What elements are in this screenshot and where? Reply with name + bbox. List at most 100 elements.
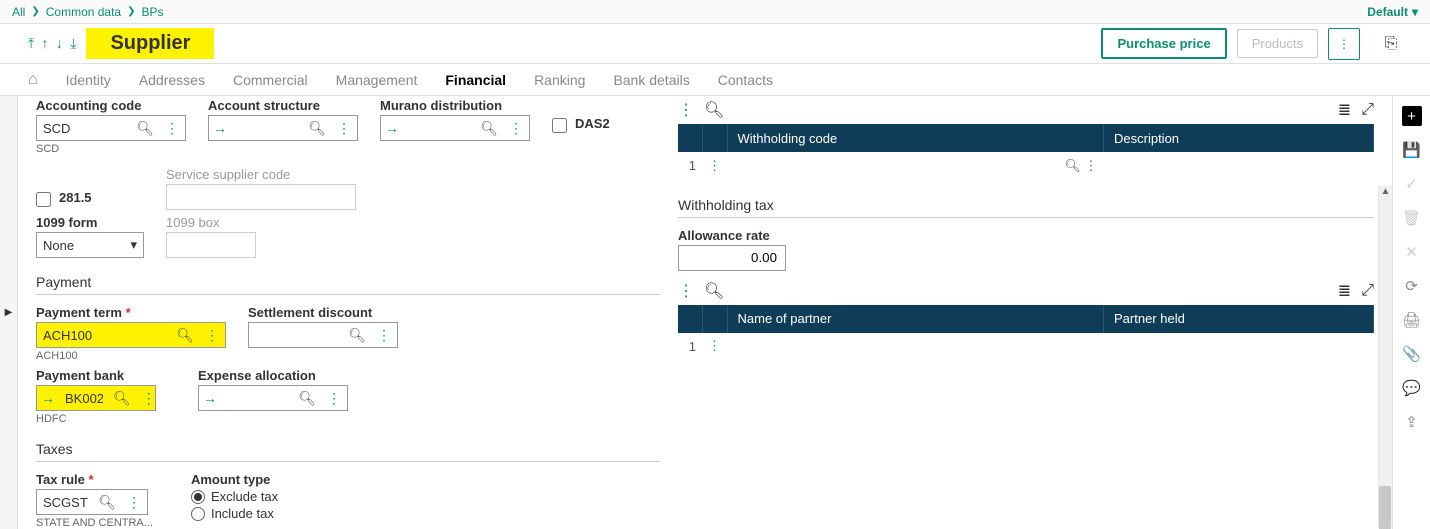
delete-icon[interactable]: 🗑 [1402,208,1422,228]
scroll-up-icon[interactable]: ▲ [1379,186,1392,200]
das2-checkbox[interactable] [552,118,567,133]
accounting-code-field[interactable] [37,121,132,136]
expand-icon[interactable]: ⤢ [1361,282,1374,300]
search-icon[interactable]: 🔍︎ [704,281,724,301]
tax-rule-field[interactable] [37,495,94,510]
search-icon[interactable]: 🔍︎ [1064,158,1081,173]
link-arrow-icon[interactable]: → [199,390,221,406]
search-icon[interactable]: 🔍︎ [294,390,320,407]
form1099-select[interactable]: None ▾ [36,232,144,258]
vertical-dots-icon[interactable]: ⋮ [198,327,225,344]
prev-record-icon[interactable]: ↑ [42,35,49,51]
allowance-rate-input[interactable] [678,245,786,271]
close-icon[interactable]: ✕ [1402,242,1422,262]
tab-management[interactable]: Management [336,72,418,88]
description-cell[interactable] [1104,152,1374,180]
c2815-checkbox[interactable] [36,192,51,207]
home-icon[interactable]: ⌂ [28,71,38,89]
table-header-partner-name[interactable]: Name of partner [727,305,1104,333]
search-icon[interactable]: 🔍︎ [172,327,198,344]
tab-identity[interactable]: Identity [66,72,111,88]
include-tax-radio[interactable]: Include tax [191,506,278,521]
search-icon[interactable]: 🔍︎ [132,120,158,137]
attach-icon[interactable]: 📎 [1402,344,1422,364]
breadcrumb-all[interactable]: All [12,5,25,19]
purchase-price-button[interactable]: Purchase price [1101,28,1226,59]
vertical-dots-icon[interactable]: ⋮ [502,120,529,137]
search-icon[interactable]: 🔍︎ [344,327,370,344]
settlement-discount-field[interactable] [249,328,344,343]
table-header-partner-held[interactable]: Partner held [1104,305,1374,333]
row-menu[interactable]: ⋮ [702,152,727,180]
vertical-dots-icon[interactable]: ⋮ [135,390,162,407]
first-record-icon[interactable]: ⤒ [28,35,34,51]
account-structure-input[interactable]: → 🔍︎ ⋮ [208,115,358,141]
vertical-dots-icon[interactable]: ⋮ [330,120,357,137]
exclude-tax-radio[interactable]: Exclude tax [191,489,278,504]
settlement-discount-input[interactable]: 🔍︎ ⋮ [248,322,398,348]
vertical-dots-icon[interactable]: ⋮ [678,100,694,120]
link-arrow-icon[interactable]: → [209,120,231,136]
breadcrumb-common[interactable]: Common data [46,5,121,19]
table-row[interactable]: 1 ⋮ 🔍︎ ⋮ [678,152,1374,180]
next-record-icon[interactable]: ↓ [56,35,63,51]
vertical-dots-icon[interactable]: ⋮ [678,281,694,301]
payment-term-field[interactable] [37,328,172,343]
save-icon[interactable]: 💾 [1402,140,1422,160]
service-supplier-input[interactable] [166,184,356,210]
murano-input[interactable]: → 🔍︎ ⋮ [380,115,530,141]
add-icon[interactable]: + [1402,106,1422,126]
refresh-icon[interactable]: ⟳ [1402,276,1422,296]
vertical-dots-icon[interactable]: ⋮ [158,120,185,137]
search-icon[interactable]: 🔍︎ [94,494,120,511]
vertical-dots-icon[interactable]: ⋮ [320,390,347,407]
tab-financial[interactable]: Financial [445,72,506,88]
expand-icon[interactable]: ⤢ [1361,101,1374,119]
payment-term-input[interactable]: 🔍︎ ⋮ [36,322,226,348]
check-icon[interactable]: ✓ [1402,174,1422,194]
vertical-scrollbar[interactable]: ▲ ▼ [1378,186,1392,527]
tab-commercial[interactable]: Commercial [233,72,308,88]
table-header-wh-code[interactable]: Withholding code [727,124,1104,152]
expense-allocation-input[interactable]: → 🔍︎ ⋮ [198,385,348,411]
share-icon[interactable]: ⇪ [1402,412,1422,432]
vertical-dots-icon[interactable]: ⋮ [120,494,147,511]
search-icon[interactable]: 🔍︎ [476,120,502,137]
tab-contacts[interactable]: Contacts [718,72,773,88]
table-header-description[interactable]: Description [1104,124,1374,152]
partner-held-cell[interactable] [1104,333,1374,361]
comment-icon[interactable]: 💬 [1402,378,1422,398]
account-structure-field[interactable] [231,121,304,136]
expense-allocation-field[interactable] [221,391,294,406]
last-record-icon[interactable]: ⤓ [70,35,76,51]
payment-bank-input[interactable]: → 🔍︎ ⋮ [36,385,156,411]
link-arrow-icon[interactable]: → [37,390,59,406]
tab-ranking[interactable]: Ranking [534,72,585,88]
payment-bank-field[interactable] [59,391,109,406]
print-icon[interactable]: 🖨 [1402,310,1422,330]
table-row[interactable]: 1 ⋮ [678,333,1374,361]
left-panel-toggle[interactable]: ▶ [0,96,18,529]
search-icon[interactable]: 🔍︎ [109,390,135,407]
tab-addresses[interactable]: Addresses [139,72,205,88]
more-actions-button[interactable]: ⋮ [1328,28,1360,60]
row-menu[interactable]: ⋮ [702,333,727,361]
vertical-dots-icon[interactable]: ⋮ [1085,158,1098,173]
layers-icon[interactable]: ≣ [1338,100,1351,120]
link-arrow-icon[interactable]: → [381,120,403,136]
products-button[interactable]: Products [1237,29,1318,58]
tab-bank[interactable]: Bank details [613,72,689,88]
vertical-dots-icon[interactable]: ⋮ [370,327,397,344]
accounting-code-input[interactable]: 🔍︎ ⋮ [36,115,186,141]
scrollbar-thumb[interactable] [1379,486,1391,529]
layers-icon[interactable]: ≣ [1338,281,1351,301]
exit-button[interactable]: ⎘ [1376,35,1406,53]
default-dropdown[interactable]: Default ▾ [1367,5,1418,19]
search-icon[interactable]: 🔍︎ [704,100,724,120]
partner-name-cell[interactable] [727,333,1104,361]
box1099-input[interactable] [166,232,256,258]
breadcrumb-bps[interactable]: BPs [142,5,164,19]
wh-code-cell[interactable]: 🔍︎ ⋮ [727,152,1104,180]
search-icon[interactable]: 🔍︎ [304,120,330,137]
tax-rule-input[interactable]: 🔍︎ ⋮ [36,489,148,515]
